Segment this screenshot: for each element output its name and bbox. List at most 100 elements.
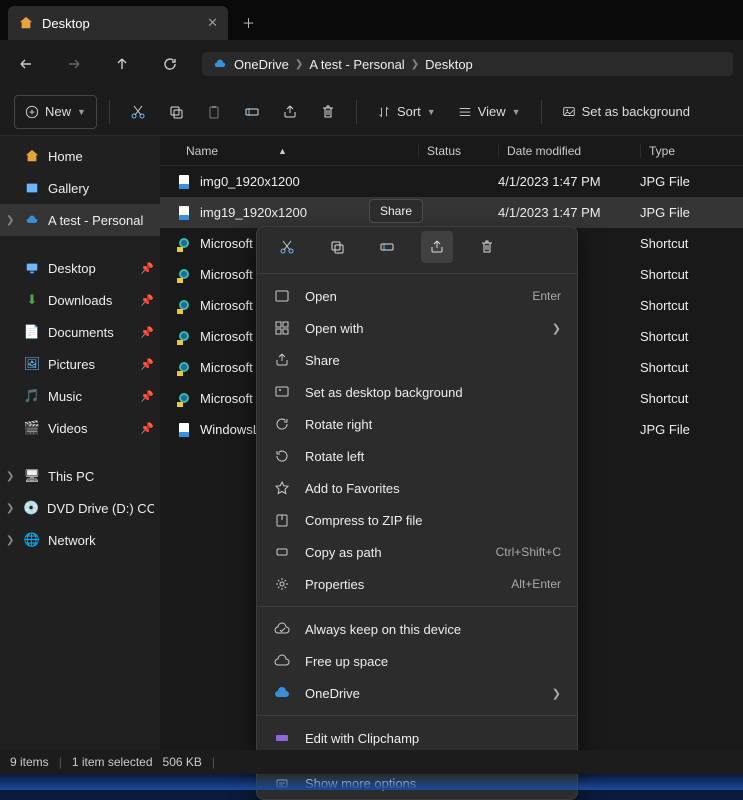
chevron-right-icon: ❯ — [552, 687, 561, 700]
pc-icon: 🖥 — [24, 468, 40, 484]
col-name[interactable]: Name▲ — [160, 144, 418, 158]
new-button[interactable]: New ▼ — [14, 95, 97, 129]
share-button[interactable] — [274, 95, 306, 129]
downloads-icon: ⬇ — [24, 292, 40, 308]
sidebar-item-downloads[interactable]: ⬇Downloads📌 — [0, 284, 160, 316]
pictures-icon: 🖼 — [24, 356, 40, 372]
bc-desktop[interactable]: Desktop — [425, 57, 473, 72]
chevron-right-icon[interactable]: ❯ — [6, 503, 15, 514]
ctx-open[interactable]: OpenEnter — [257, 280, 577, 312]
gallery-icon — [24, 180, 40, 196]
ctx-rename-button[interactable] — [371, 231, 403, 263]
copypath-icon — [273, 543, 291, 561]
file-type: Shortcut — [640, 391, 743, 406]
sidebar-item-gallery[interactable]: Gallery — [0, 172, 160, 204]
table-row[interactable]: img0_1920x12004/1/2023 1:47 PMJPG File — [160, 166, 743, 197]
sidebar-item-music[interactable]: 🎵Music📌 — [0, 380, 160, 412]
tab-title: Desktop — [42, 16, 90, 31]
share-icon — [273, 351, 291, 369]
ctx-openwith[interactable]: Open with❯ — [257, 312, 577, 344]
documents-icon: 📄 — [24, 324, 40, 340]
refresh-button[interactable] — [154, 48, 186, 80]
ctx-rotr[interactable]: Rotate right — [257, 408, 577, 440]
openwith-icon — [273, 319, 291, 337]
videos-icon: 🎬 — [24, 420, 40, 436]
clipchamp-icon — [273, 729, 291, 747]
sidebar-item-network[interactable]: ❯🌐Network — [0, 524, 160, 556]
bc-atest[interactable]: A test - Personal — [309, 57, 404, 72]
delete-button[interactable] — [312, 95, 344, 129]
cloud-icon — [24, 212, 40, 228]
onedrive-icon — [273, 684, 291, 702]
tooltip-share: Share — [369, 199, 423, 223]
ctx-copypath[interactable]: Copy as pathCtrl+Shift+C — [257, 536, 577, 568]
home-icon — [18, 15, 34, 31]
ctx-onedrive[interactable]: OneDrive❯ — [257, 677, 577, 709]
sort-button[interactable]: Sort ▼ — [369, 95, 444, 129]
file-type: Shortcut — [640, 329, 743, 344]
sidebar-item-desktop[interactable]: Desktop📌 — [0, 252, 160, 284]
ctx-setbg[interactable]: Set as desktop background — [257, 376, 577, 408]
toolbar: New ▼ Sort ▼ View ▼ Set as background — [0, 88, 743, 136]
sidebar-item-thispc[interactable]: ❯🖥This PC — [0, 460, 160, 492]
breadcrumb[interactable]: OneDrive ❯ A test - Personal ❯ Desktop — [202, 52, 733, 76]
chevron-right-icon: ❯ — [552, 322, 561, 335]
file-type: Shortcut — [640, 360, 743, 375]
forward-button[interactable] — [58, 48, 90, 80]
file-name: img0_1920x1200 — [200, 174, 300, 189]
column-headers: Name▲ Status Date modified Type — [160, 136, 743, 166]
table-row[interactable]: img19_1920x12004/1/2023 1:47 PMJPG File — [160, 197, 743, 228]
col-type[interactable]: Type — [640, 144, 743, 158]
ctx-share-button[interactable] — [421, 231, 453, 263]
edge-shortcut-icon — [176, 391, 192, 407]
sidebar: Home Gallery ❯A test - Personal Desktop📌… — [0, 136, 160, 750]
copy-button[interactable] — [160, 95, 192, 129]
status-items: 9 items — [10, 755, 49, 769]
sidebar-item-home[interactable]: Home — [0, 140, 160, 172]
ctx-delete-button[interactable] — [471, 231, 503, 263]
up-button[interactable] — [106, 48, 138, 80]
cut-button[interactable] — [122, 95, 154, 129]
ctx-rotl[interactable]: Rotate left — [257, 440, 577, 472]
ctx-props[interactable]: PropertiesAlt+Enter — [257, 568, 577, 600]
ctx-fav[interactable]: Add to Favorites — [257, 472, 577, 504]
status-bar: 9 items | 1 item selected 506 KB | — [0, 750, 743, 774]
ctx-cut-button[interactable] — [271, 231, 303, 263]
status-size: 506 KB — [163, 755, 202, 769]
rename-button[interactable] — [236, 95, 268, 129]
sidebar-item-documents[interactable]: 📄Documents📌 — [0, 316, 160, 348]
sidebar-item-videos[interactable]: 🎬Videos📌 — [0, 412, 160, 444]
file-name: img19_1920x1200 — [200, 205, 307, 220]
paste-button[interactable] — [198, 95, 230, 129]
ctx-copy-button[interactable] — [321, 231, 353, 263]
col-status[interactable]: Status — [418, 144, 498, 158]
chevron-right-icon[interactable]: ❯ — [6, 471, 16, 482]
file-type: JPG File — [640, 174, 743, 189]
chevron-right-icon[interactable]: ❯ — [6, 215, 16, 226]
edge-shortcut-icon — [176, 236, 192, 252]
sidebar-item-atest[interactable]: ❯A test - Personal — [0, 204, 160, 236]
col-date[interactable]: Date modified — [498, 144, 640, 158]
ctx-freeup[interactable]: Free up space — [257, 645, 577, 677]
tab-desktop[interactable]: Desktop ✕ — [8, 6, 228, 40]
pin-icon: 📌 — [140, 358, 154, 371]
chevron-down-icon: ▼ — [512, 107, 521, 117]
edge-shortcut-icon — [176, 360, 192, 376]
ctx-share[interactable]: Share — [257, 344, 577, 376]
rotate-right-icon — [273, 415, 291, 433]
chevron-right-icon[interactable]: ❯ — [6, 535, 16, 546]
sidebar-item-dvd[interactable]: ❯💿DVD Drive (D:) CCC — [0, 492, 160, 524]
view-button[interactable]: View ▼ — [450, 95, 529, 129]
ctx-zip[interactable]: Compress to ZIP file — [257, 504, 577, 536]
ctx-keep[interactable]: Always keep on this device — [257, 613, 577, 645]
close-icon[interactable]: ✕ — [207, 15, 218, 31]
file-type: Shortcut — [640, 236, 743, 251]
sidebar-item-pictures[interactable]: 🖼Pictures📌 — [0, 348, 160, 380]
set-background-button[interactable]: Set as background — [554, 95, 698, 129]
new-tab-button[interactable]: ＋ — [232, 5, 265, 40]
back-button[interactable] — [10, 48, 42, 80]
cloud-icon — [273, 652, 291, 670]
nav-bar: OneDrive ❯ A test - Personal ❯ Desktop — [0, 40, 743, 88]
chevron-down-icon: ▼ — [77, 107, 86, 117]
bc-onedrive[interactable]: OneDrive — [234, 57, 289, 72]
